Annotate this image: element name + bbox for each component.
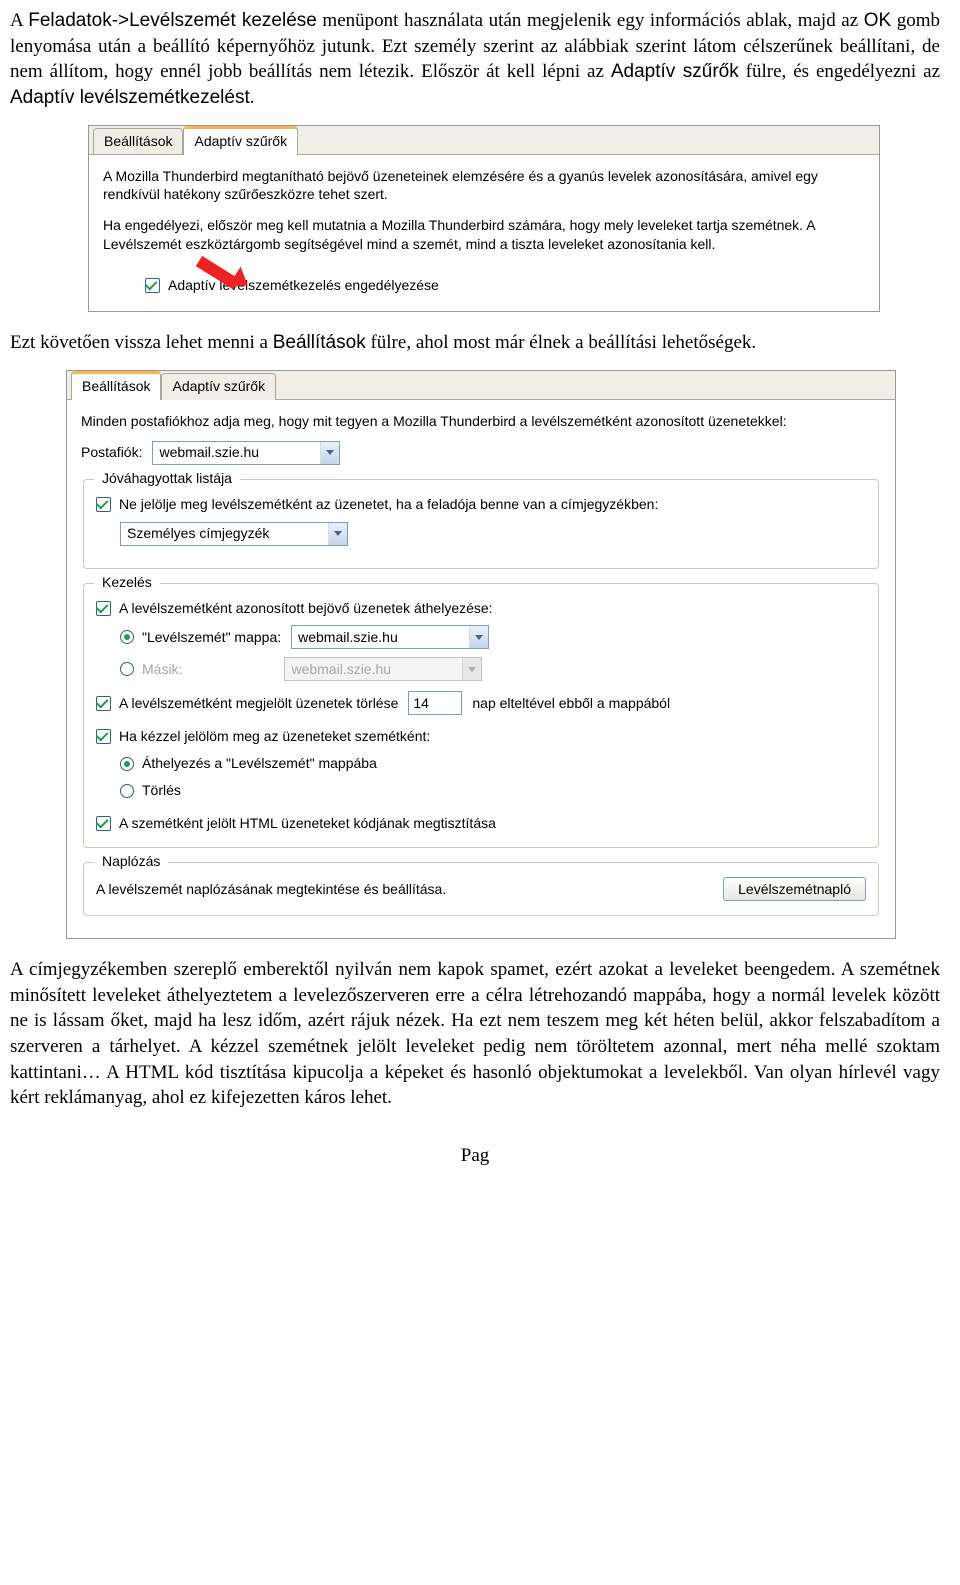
junk-settings-dialog: Beállítások Adaptív szűrők Minden postaf… [66,370,896,939]
ok-button-name: OK [864,10,891,31]
manual-delete-radio[interactable]: Törlés [120,781,181,800]
checkbox-icon [96,601,111,616]
radio-icon [120,630,134,644]
chevron-down-icon [462,658,481,680]
whitelist-legend: Jóváhagyottak listája [94,469,240,488]
logging-fieldset: Naplózás A levélszemét naplózásának megt… [83,862,879,916]
chevron-down-icon [469,626,488,648]
skip-if-in-addressbook-checkbox[interactable]: Ne jelölje meg levélszemétként az üzenet… [96,495,658,514]
chevron-down-icon [328,523,347,545]
tab-name-adaptive: Adaptív szűrők [611,61,739,82]
checkbox-icon [145,278,160,293]
checkbox-icon [96,497,111,512]
enable-adaptive-junk-checkbox[interactable]: Adaptív levélszemétkezelés engedélyezése [145,276,439,295]
dialog1-text-2: Ha engedélyezi, először meg kell mutatni… [103,216,865,254]
closing-paragraph: A címjegyzékemben szereplő emberektől ny… [10,957,940,1111]
manual-mark-checkbox[interactable]: Ha kézzel jelölöm meg az üzeneteket szem… [96,727,430,746]
tab-bar: Beállítások Adaptív szűrők [67,371,895,399]
other-folder-radio[interactable]: Másik: [120,660,182,679]
menu-path: Feladatok->Levélszemét kezelése [28,10,317,31]
page-footer: Pag [10,1143,940,1169]
sanitize-html-checkbox[interactable]: A szemétként jelölt HTML üzeneteket kódj… [96,814,496,833]
junk-log-button[interactable]: Levélszemétnapló [723,877,866,901]
intro-paragraph-2: Ezt követően vissza lehet menni a Beállí… [10,330,940,356]
radio-icon [120,784,134,798]
checkbox-icon [96,696,111,711]
handling-fieldset: Kezelés A levélszemétként azonosított be… [83,583,879,849]
move-junk-checkbox[interactable]: A levélszemétként azonosított bejövő üze… [96,599,493,618]
tab-bar: Beállítások Adaptív szűrők [89,126,879,154]
radio-icon [120,757,134,771]
checkbox-icon [96,816,111,831]
addressbook-select[interactable]: Személyes címjegyzék [120,522,348,546]
handling-legend: Kezelés [94,573,160,592]
tab-adaptive-filters[interactable]: Adaptív szűrők [183,126,298,155]
logging-text: A levélszemét naplózásának megtekintése … [96,880,446,899]
tab-settings[interactable]: Beállítások [71,371,161,400]
account-select[interactable]: webmail.szie.hu [152,441,340,465]
manual-move-radio[interactable]: Áthelyezés a "Levélszemét" mappába [120,754,377,773]
dialog1-text-1: A Mozilla Thunderbird megtanítható bejöv… [103,167,865,205]
junk-folder-radio[interactable]: "Levélszemét" mappa: [120,628,281,647]
delete-days-input[interactable] [408,691,462,715]
delete-after-days-checkbox[interactable]: A levélszemétként megjelölt üzenetek tör… [96,694,398,713]
junk-folder-select[interactable]: webmail.szie.hu [291,625,489,649]
delete-days-suffix: nap elteltével ebből a mappából [472,694,670,713]
option-name-adaptive: Adaptív levélszemétkezelést [10,87,250,108]
tab-adaptive-filters[interactable]: Adaptív szűrők [161,373,276,400]
other-folder-select: webmail.szie.hu [284,657,482,681]
red-arrow-annotation [199,255,243,267]
checkbox-icon [96,729,111,744]
radio-icon [120,662,134,676]
tab-name-settings: Beállítások [273,332,366,353]
dialog2-intro-text: Minden postafiókhoz adja meg, hogy mit t… [81,412,881,431]
tab-settings[interactable]: Beállítások [93,128,183,155]
intro-paragraph-1: A Feladatok->Levélszemét kezelése menüpo… [10,8,940,111]
whitelist-fieldset: Jóváhagyottak listája Ne jelölje meg lev… [83,479,879,569]
logging-legend: Naplózás [94,852,168,871]
chevron-down-icon [320,442,339,464]
account-label: Postafiók: [81,443,142,462]
adaptive-filters-dialog: Beállítások Adaptív szűrők A Mozilla Thu… [88,125,880,312]
